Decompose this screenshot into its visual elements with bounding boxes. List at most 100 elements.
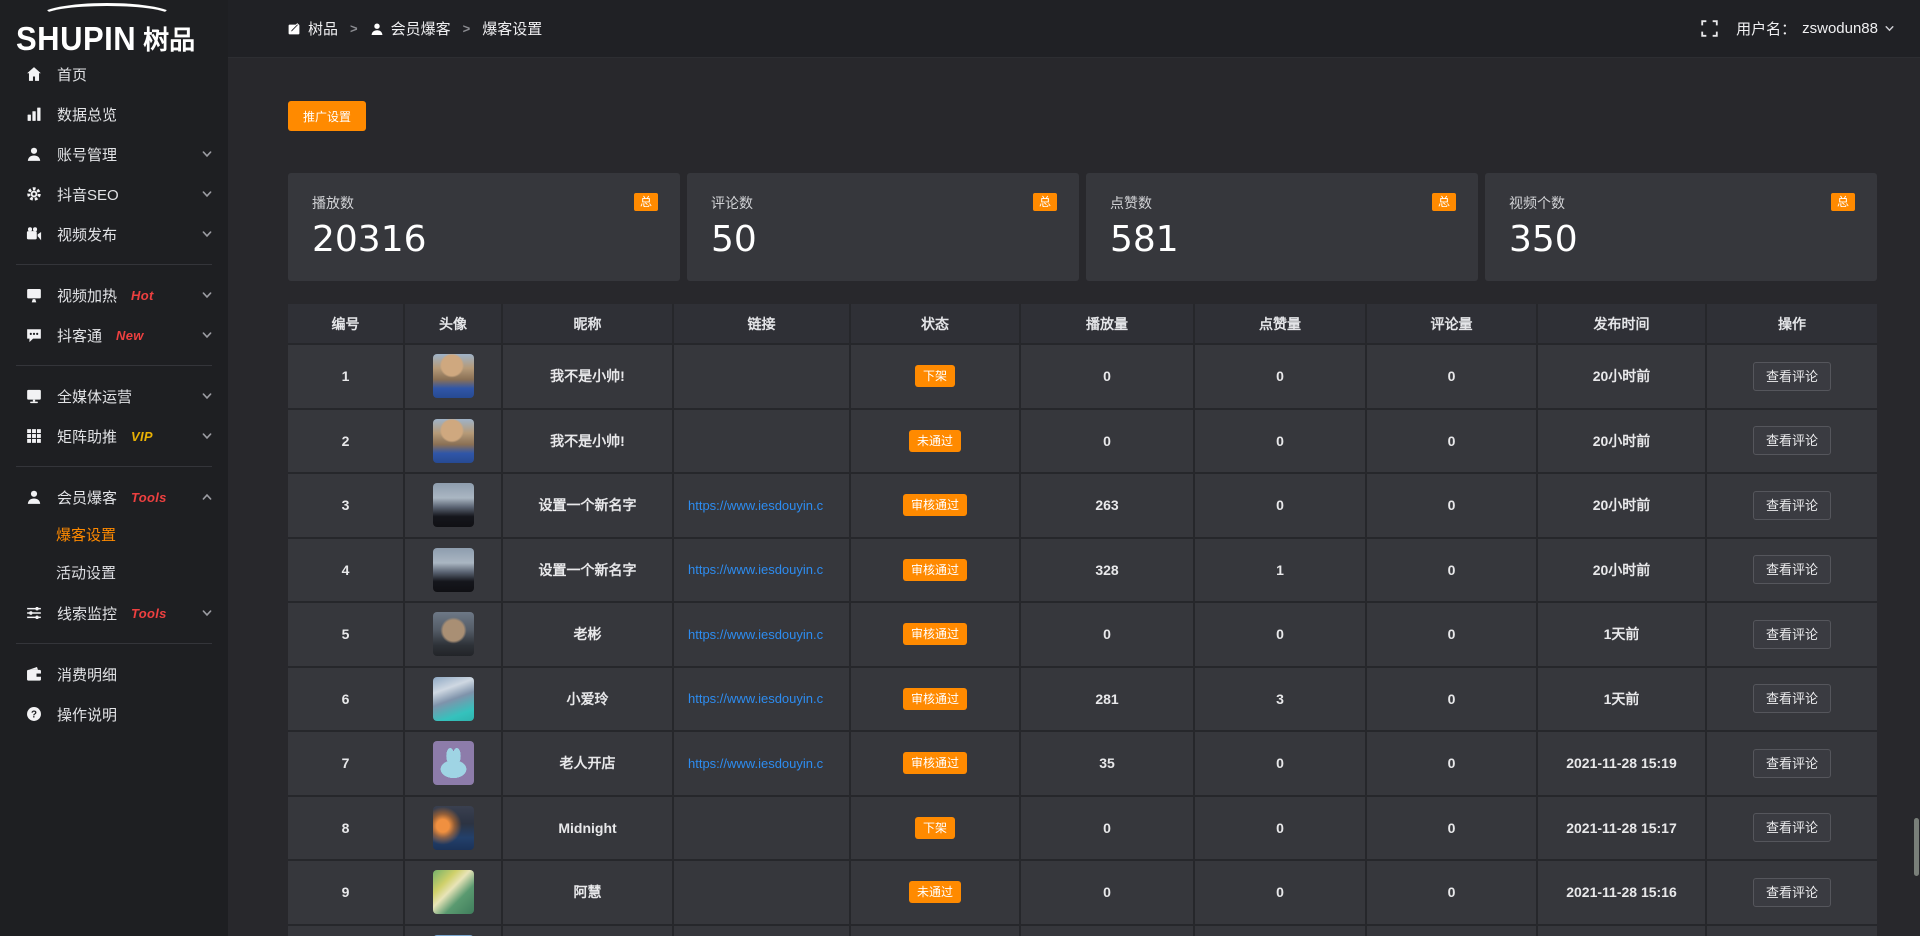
cell-id: 7 xyxy=(288,732,405,797)
fullscreen-icon[interactable] xyxy=(1701,20,1718,37)
cell-publish-time: 2021-11-28 15:16 xyxy=(1538,861,1707,926)
view-comments-button[interactable]: 查看评论 xyxy=(1753,749,1831,778)
sidebar-item-operation-guide[interactable]: ?操作说明 xyxy=(0,694,228,734)
total-badge: 总 xyxy=(1432,193,1456,211)
view-comments-button[interactable]: 查看评论 xyxy=(1753,684,1831,713)
cell-comments: 0 xyxy=(1367,345,1538,410)
stat-card-videos: 视频个数 350 总 xyxy=(1485,173,1877,281)
sidebar-item-matrix-boost[interactable]: 矩阵助推VIP xyxy=(0,416,228,456)
sidebar-item-label: 账号管理 xyxy=(57,144,117,165)
sidebar-item-consume-detail[interactable]: 消费明细 xyxy=(0,654,228,694)
cell-likes xyxy=(1195,926,1367,936)
cell-comments: 0 xyxy=(1367,797,1538,862)
publish-time: 20小时前 xyxy=(1593,366,1651,386)
status-badge: 审核通过 xyxy=(903,688,967,710)
sidebar-item-label: 抖音SEO xyxy=(57,184,119,205)
chat-icon xyxy=(26,327,42,343)
comments-count: 0 xyxy=(1448,433,1456,449)
video-link[interactable]: https://www.iesdouyin.c xyxy=(688,756,823,771)
view-comments-button[interactable]: 查看评论 xyxy=(1753,555,1831,584)
cell-publish-time: 1天前 xyxy=(1538,603,1707,668)
cell-id: 1 xyxy=(288,345,405,410)
cell-nickname: 我不是小帅! xyxy=(503,345,674,410)
tv-icon xyxy=(26,287,42,303)
cell-status: 审核通过 xyxy=(851,539,1021,604)
likes-count: 0 xyxy=(1276,820,1284,836)
sidebar-item-tag: Tools xyxy=(131,606,167,621)
table-row: 2我不是小帅!未通过00020小时前查看评论 xyxy=(288,410,1877,475)
promote-settings-button[interactable]: 推广设置 xyxy=(288,101,366,131)
cell-likes: 3 xyxy=(1195,668,1367,733)
cell-actions: 查看评论 xyxy=(1707,410,1877,475)
sidebar-item-video-heat[interactable]: 视频加热Hot xyxy=(0,275,228,315)
video-link[interactable]: https://www.iesdouyin.c xyxy=(688,691,823,706)
video-link[interactable]: https://www.iesdouyin.c xyxy=(688,498,823,513)
cell-plays: 281 xyxy=(1021,668,1195,733)
column-header: 链接 xyxy=(674,304,851,345)
cell-publish-time: 20小时前 xyxy=(1538,410,1707,475)
home-icon xyxy=(26,66,42,82)
divider xyxy=(16,466,212,467)
sidebar-item-account-manage[interactable]: 账号管理 xyxy=(0,134,228,174)
view-comments-button[interactable]: 查看评论 xyxy=(1753,362,1831,391)
table-row: 8Midnight下架0002021-11-28 15:17查看评论 xyxy=(288,797,1877,862)
cell-publish-time: 20小时前 xyxy=(1538,539,1707,604)
cell-link xyxy=(674,345,851,410)
cell-plays: 0 xyxy=(1021,861,1195,926)
view-comments-button[interactable]: 查看评论 xyxy=(1753,813,1831,842)
table-row: 6小爱玲https://www.iesdouyin.c审核通过281301天前查… xyxy=(288,668,1877,733)
cell-comments: 0 xyxy=(1367,861,1538,926)
cell-status: 审核通过 xyxy=(851,668,1021,733)
sidebar-item-clue-monitor[interactable]: 线索监控Tools xyxy=(0,593,228,633)
video-link[interactable]: https://www.iesdouyin.c xyxy=(688,627,823,642)
sidebar-item-data-overview[interactable]: 数据总览 xyxy=(0,94,228,134)
cell-status: 审核通过 xyxy=(851,732,1021,797)
comments-count: 0 xyxy=(1448,884,1456,900)
sidebar-item-home[interactable]: 首页 xyxy=(0,54,228,94)
sidebar-item-baoke-settings[interactable]: 爆客设置 xyxy=(0,517,228,555)
sidebar-item-video-publish[interactable]: 视频发布 xyxy=(0,214,228,254)
chevron-up-icon xyxy=(201,491,213,503)
sidebar-item-activity-settings[interactable]: 活动设置 xyxy=(0,555,228,593)
breadcrumb-item-member-baoke[interactable]: 会员爆客 xyxy=(370,18,451,39)
stat-card-likes: 点赞数 581 总 xyxy=(1086,173,1478,281)
cell-status: 未通过 xyxy=(851,410,1021,475)
view-comments-button[interactable]: 查看评论 xyxy=(1753,620,1831,649)
cell-comments: 0 xyxy=(1367,539,1538,604)
video-link[interactable]: https://www.iesdouyin.c xyxy=(688,562,823,577)
user-menu[interactable]: 用户名：zswodun88 xyxy=(1736,18,1895,39)
cell-nickname: 阿慧 xyxy=(503,861,674,926)
cell-plays: 35 xyxy=(1021,732,1195,797)
sidebar-item-member-baoke[interactable]: 会员爆客Tools xyxy=(0,477,228,517)
column-header: 头像 xyxy=(405,304,503,345)
status-badge: 审核通过 xyxy=(903,559,967,581)
sidebar-item-douyin-seo[interactable]: 抖音SEO xyxy=(0,174,228,214)
view-comments-button[interactable]: 查看评论 xyxy=(1753,491,1831,520)
comments-count: 0 xyxy=(1448,626,1456,642)
cell-avatar xyxy=(405,732,503,797)
chevron-down-icon xyxy=(201,289,213,301)
cell-avatar xyxy=(405,410,503,475)
breadcrumb-item-baoke-settings: 爆客设置 xyxy=(482,18,542,39)
cell-actions: 查看评论 xyxy=(1707,861,1877,926)
avatar xyxy=(433,483,474,527)
scrollbar-thumb[interactable] xyxy=(1914,818,1919,876)
sidebar-item-tag: Hot xyxy=(131,288,154,303)
sidebar-item-tag: VIP xyxy=(131,429,153,444)
view-comments-button[interactable]: 查看评论 xyxy=(1753,426,1831,455)
sidebar-item-doukotong[interactable]: 抖客通New xyxy=(0,315,228,355)
likes-count: 1 xyxy=(1276,562,1284,578)
row-id: 2 xyxy=(342,433,350,449)
table-row: 4设置一个新名字https://www.iesdouyin.c审核通过32810… xyxy=(288,539,1877,604)
sidebar-item-all-media-operation[interactable]: 全媒体运营 xyxy=(0,376,228,416)
user-icon xyxy=(26,146,42,162)
cell-id: 9 xyxy=(288,861,405,926)
plays-count: 0 xyxy=(1103,626,1111,642)
view-comments-button[interactable]: 查看评论 xyxy=(1753,878,1831,907)
plays-count: 0 xyxy=(1103,433,1111,449)
table-row: 3设置一个新名字https://www.iesdouyin.c审核通过26300… xyxy=(288,474,1877,539)
stat-value: 20316 xyxy=(312,220,658,260)
column-header: 点赞量 xyxy=(1195,304,1367,345)
breadcrumb-item-shupin[interactable]: 树品 xyxy=(287,18,338,39)
app-window: SHUPIN 树品 首页数据总览账号管理抖音SEO视频发布视频加热Hot抖客通N… xyxy=(0,0,1920,936)
